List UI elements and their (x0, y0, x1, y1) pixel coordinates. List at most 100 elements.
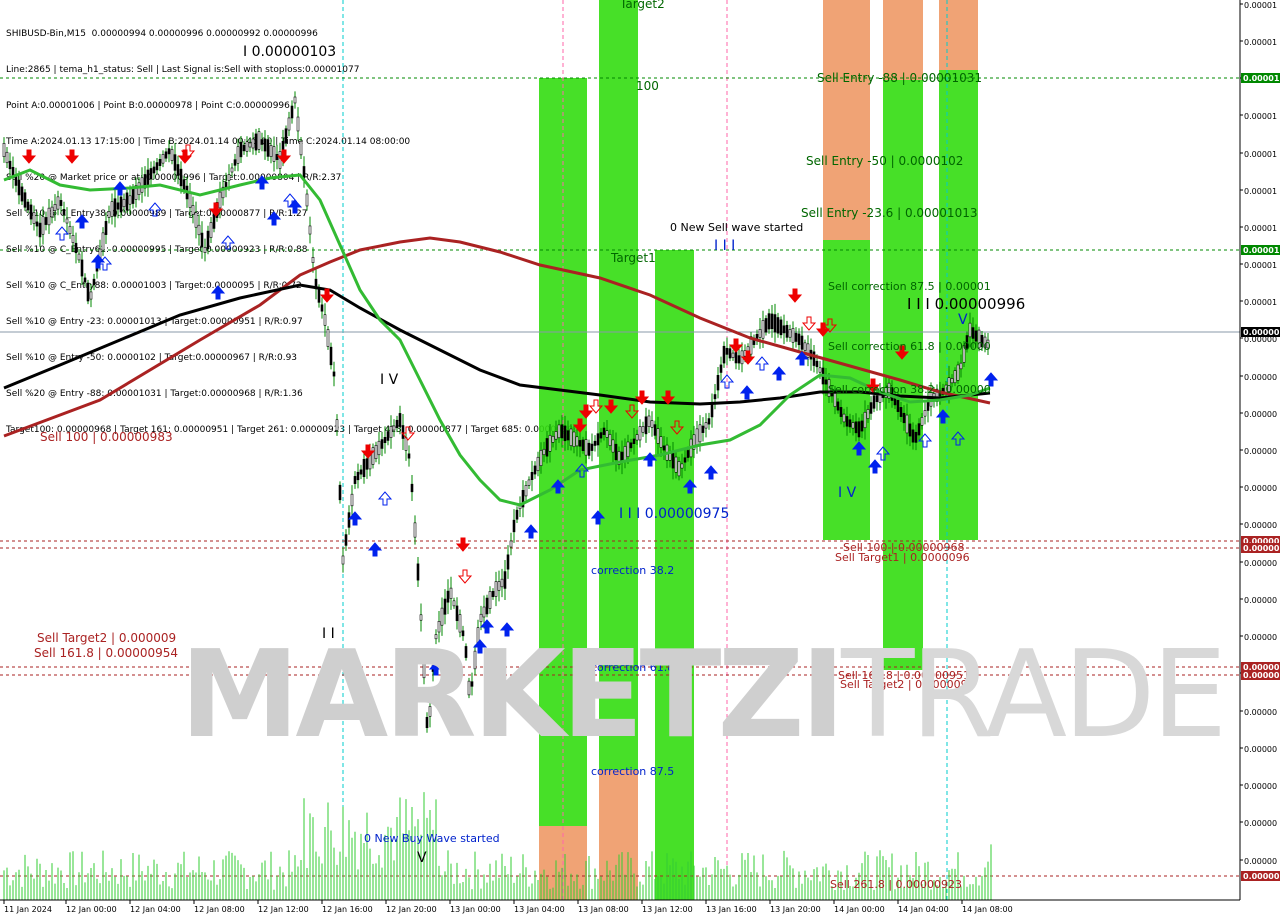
candle-body (671, 452, 675, 469)
candle-body (53, 204, 57, 211)
candle-body (104, 221, 108, 235)
candle-body (416, 563, 420, 581)
time-axis-label: 12 Jan 04:00 (130, 905, 181, 914)
candle-body (248, 142, 252, 148)
watermark-bold: MARKETZI (180, 626, 845, 765)
candle-body (299, 140, 303, 156)
label-correction-87: correction 87.5 (591, 765, 674, 778)
candle-body (680, 463, 684, 469)
candle-body (659, 436, 663, 448)
candle-body (230, 167, 234, 173)
buy-arrow (210, 285, 226, 300)
price-axis-label: 0.00000 (1244, 633, 1277, 642)
candle-body (674, 456, 678, 473)
candle-body (647, 415, 651, 427)
candle-body (599, 432, 603, 439)
candle-body (320, 304, 324, 312)
candle-body (635, 434, 639, 441)
candle-body (266, 139, 270, 157)
candle-body (737, 355, 741, 364)
candle-body (695, 428, 699, 447)
candle-body (485, 597, 489, 615)
candle-body (698, 424, 702, 443)
candle-body (566, 430, 570, 441)
candle-body (875, 395, 879, 403)
level-label-5: Sell correction 38.2 | 0.00000 (828, 383, 991, 396)
price-axis-label: 0.00001 (1244, 224, 1277, 233)
candle-body (857, 421, 861, 438)
candle-body (509, 540, 513, 548)
candle-body (47, 207, 51, 226)
candle-body (791, 328, 795, 343)
label-target1: Target1 (610, 251, 656, 265)
buy-arrow (367, 542, 383, 557)
candle-body (920, 417, 924, 426)
level-label-2: Sell Entry -23.6 | 0.00001013 (801, 206, 977, 220)
candle-body (59, 200, 63, 206)
candle-body (62, 209, 66, 215)
candle-body (707, 418, 711, 425)
candle-body (506, 554, 510, 570)
candle-body (203, 247, 207, 253)
buy-arrow-hollow (147, 202, 163, 217)
candle-body (77, 253, 81, 261)
watermark: MARKETZITRADE (180, 626, 1227, 765)
candle-body (272, 146, 276, 162)
sell-arrow-hollow (457, 569, 473, 584)
candle-body (149, 168, 153, 180)
candle-body (101, 232, 105, 251)
level-label-10: Sell 261.8 | 0.00000923 (830, 878, 962, 891)
price-tag-label-red_bottom: 0.00000 (1243, 872, 1280, 881)
time-axis-label: 11 Jan 2024 (4, 905, 52, 914)
candle-body (536, 456, 540, 472)
candle-body (308, 225, 312, 235)
candle-body (704, 422, 708, 429)
candle-body (188, 192, 192, 208)
candle-body (386, 431, 390, 441)
candle-body (26, 201, 30, 211)
price-axis-label: 0.00000 (1244, 521, 1277, 530)
price-axis-label: 0.00000 (1244, 819, 1277, 828)
candle-body (629, 442, 633, 449)
candle-body (380, 439, 384, 449)
candle-body (275, 154, 279, 160)
candle-body (179, 168, 183, 187)
candle-body (263, 138, 267, 152)
candle-body (812, 351, 816, 366)
time-axis-label: 14 Jan 00:00 (834, 905, 885, 914)
candle-body (374, 444, 378, 460)
candle-body (32, 212, 36, 224)
candle-body (770, 313, 774, 330)
candle-body (254, 133, 258, 151)
candle-body (401, 425, 405, 439)
candle-body (872, 395, 876, 409)
candle-body (638, 426, 642, 441)
candle-body (779, 319, 783, 336)
candle-body (563, 425, 567, 442)
candle-body (503, 571, 507, 589)
sell-arrow (787, 288, 803, 303)
candle-body (800, 335, 804, 350)
candle-body (347, 512, 351, 528)
candle-body (911, 429, 915, 443)
sell-arrow (728, 338, 744, 353)
candle-body (227, 174, 231, 181)
candle-body (239, 141, 243, 158)
price-axis-label: 0.00000 (1244, 447, 1277, 456)
label-target2: Target2 (619, 0, 665, 11)
candle-body (845, 416, 849, 427)
candle-body (773, 314, 777, 333)
candle-body (377, 440, 381, 456)
candle-body (575, 436, 579, 447)
candle-body (269, 145, 273, 157)
candle-body (71, 235, 75, 243)
candle-body (50, 206, 54, 218)
candle-body (35, 221, 39, 227)
candle-body (824, 379, 828, 385)
candle-body (761, 320, 765, 339)
price-axis-label: 0.00000 (1244, 596, 1277, 605)
candle-body (653, 424, 657, 436)
buy-arrow (74, 214, 90, 229)
time-axis-label: 12 Jan 16:00 (322, 905, 373, 914)
price-chart[interactable]: Target2 100 Target1 0 New Sell wave started… (0, 0, 1280, 920)
